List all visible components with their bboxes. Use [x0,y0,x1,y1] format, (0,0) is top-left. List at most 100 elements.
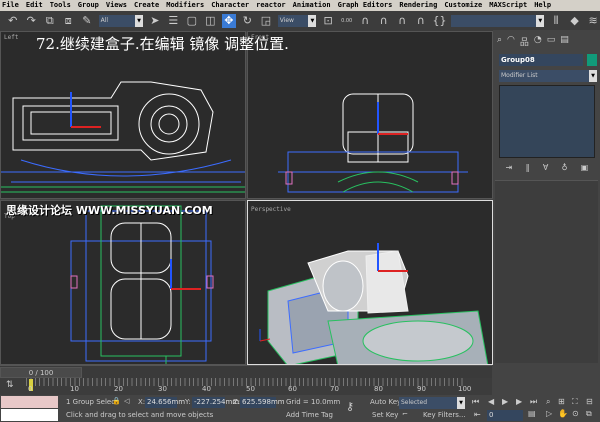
link-icon[interactable]: ⧉ [43,14,57,28]
tick-label: 80 [374,385,383,393]
unlink-icon[interactable]: ⧈ [62,14,76,28]
chevron-down-icon: ▼ [457,397,465,409]
zoom-extents-all-icon[interactable]: ⊟ [586,397,593,406]
selection-filter-dropdown[interactable]: All ▼ [98,15,144,27]
percent-snap-icon[interactable]: ∩ [395,14,409,28]
menu-help[interactable]: Help [534,0,551,11]
tick-label: 100 [458,385,472,393]
wireframe-top [70,205,214,364]
menu-file[interactable]: File [2,0,19,11]
current-frame-field[interactable]: 0 [487,410,523,421]
go-to-end-icon[interactable]: ⏭ [530,397,537,407]
menu-customize[interactable]: Customize [444,0,482,11]
menu-group[interactable]: Group [78,0,99,11]
ref-coord-value: View [279,17,294,24]
spinner-snap-icon[interactable]: ∩ [414,14,428,28]
zoom-icon[interactable]: ⌕ [546,397,550,407]
undo-icon[interactable]: ↶ [6,14,20,28]
set-key-button[interactable]: Set Key [372,410,398,421]
absolute-mode-icon[interactable]: ◁ [124,396,129,407]
align-icon[interactable]: ◆ [568,14,582,28]
zoom-all-icon[interactable]: ⊞ [558,397,565,406]
make-unique-icon[interactable]: ∀ [543,163,548,172]
create-tab-icon[interactable]: ⌕ [497,35,502,45]
auto-key-button[interactable]: Auto Key [370,397,401,408]
time-slider[interactable]: 0 / 100 [0,365,492,378]
window-crossing-icon[interactable]: ◫ [204,14,218,28]
pivot-center-icon[interactable]: ⊡ [321,14,335,28]
angle-snap-icon[interactable]: ∩ [377,14,391,28]
move-icon[interactable]: ✥ [222,14,236,28]
key-filters-button[interactable]: Key Filters... [423,410,466,421]
menu-character[interactable]: Character [211,0,249,11]
select-object-icon[interactable]: ➤ [148,14,162,28]
utilities-tab-icon[interactable]: ▤ [560,35,569,45]
scale-icon[interactable]: ◲ [259,14,273,28]
previous-frame-icon[interactable]: ◀ [488,397,494,406]
key-mode-toggle-icon[interactable]: ⇤ [474,410,481,419]
maximize-viewport-icon[interactable]: ⧉ [586,409,592,419]
redo-icon[interactable]: ↷ [25,14,39,28]
modify-tab-icon[interactable]: ◠ [507,35,515,45]
edit-named-selection-icon[interactable]: {} [432,14,446,28]
rotate-icon[interactable]: ↻ [241,14,255,28]
display-tab-icon[interactable]: ▭ [547,35,556,45]
menu-graph-editors[interactable]: Graph Editors [338,0,393,11]
zoom-extents-icon[interactable]: ⛶ [572,397,578,407]
manipulate-icon[interactable]: 0.00 [340,14,354,28]
maxscript-listener-mini[interactable] [1,396,58,408]
curve-editor-icon[interactable]: ⇅ [6,380,14,390]
ref-coord-dropdown[interactable]: View ▼ [277,15,317,27]
play-icon[interactable]: ▶ [502,397,508,406]
next-frame-icon[interactable]: ▶ [516,397,522,406]
menu-views[interactable]: Views [106,0,127,11]
field-of-view-icon[interactable]: ▷ [546,409,552,418]
arc-rotate-icon[interactable]: ⊙ [572,409,579,418]
hierarchy-tab-icon[interactable]: 品 [520,35,529,48]
selection-status: 1 Group Selec [66,398,116,406]
menu-create[interactable]: Create [134,0,159,11]
show-end-result-icon[interactable]: ‖ [526,163,530,172]
motion-tab-icon[interactable]: ◔ [534,35,542,45]
snap-toggle-icon[interactable]: ∩ [358,14,372,28]
select-by-name-icon[interactable]: ☰ [167,14,181,28]
pin-stack-icon[interactable]: ⇥ [506,163,513,172]
y-coordinate-field[interactable]: -227.254mm [192,397,239,408]
bind-space-warp-icon[interactable]: ✎ [80,14,94,28]
time-config-icon[interactable]: ▤ [528,409,536,418]
key-mode-dropdown[interactable]: Selected ▼ [399,397,465,409]
object-color-swatch[interactable] [587,54,597,66]
layer-manager-icon[interactable]: ≋ [586,14,600,28]
menu-maxscript[interactable]: MAXScript [489,0,527,11]
maxscript-input[interactable] [1,409,58,421]
modifier-stack[interactable] [499,85,595,158]
menu-tools[interactable]: Tools [50,0,71,11]
viewport-front[interactable]: Front [247,31,493,199]
viewport-top[interactable]: Top [0,200,246,365]
tick-label: 0 [28,385,33,393]
menu-animation[interactable]: Animation [293,0,331,11]
object-name-field[interactable]: Group08 [499,54,583,66]
time-slider-thumb[interactable]: 0 / 100 [0,367,82,378]
go-to-start-icon[interactable]: ⏮ [472,397,479,407]
z-coordinate-field[interactable]: 625.598mm [240,397,285,408]
menu-rendering[interactable]: Rendering [399,0,437,11]
key-icon[interactable]: ⚷ [346,401,354,412]
menu-reactor[interactable]: reactor [256,0,286,11]
configure-sets-icon[interactable]: ▣ [581,163,589,172]
menu-modifiers[interactable]: Modifiers [166,0,204,11]
lock-selection-icon[interactable]: 🔒 [112,396,121,407]
remove-modifier-icon[interactable]: ♁ [562,163,568,172]
default-tangents-icon[interactable]: ⌐ [402,409,408,420]
rect-selection-icon[interactable]: ▢ [185,14,199,28]
modifier-list-dropdown[interactable]: Modifier List ▼ [499,70,597,82]
mirror-icon[interactable]: ⫴ [549,14,563,28]
menu-edit[interactable]: Edit [26,0,43,11]
viewport-perspective[interactable]: Perspective [247,200,493,365]
x-coordinate-field[interactable]: 24.656mm [145,397,185,408]
named-selection-dropdown[interactable]: ▼ [451,15,545,27]
add-time-tag-button[interactable]: Add Time Tag [286,410,333,421]
viewport-left[interactable]: Left [0,31,246,199]
pan-icon[interactable]: ✋ [558,409,568,418]
track-bar[interactable]: ⇅ 0 10 20 30 40 50 60 70 80 90 100 [0,378,492,395]
